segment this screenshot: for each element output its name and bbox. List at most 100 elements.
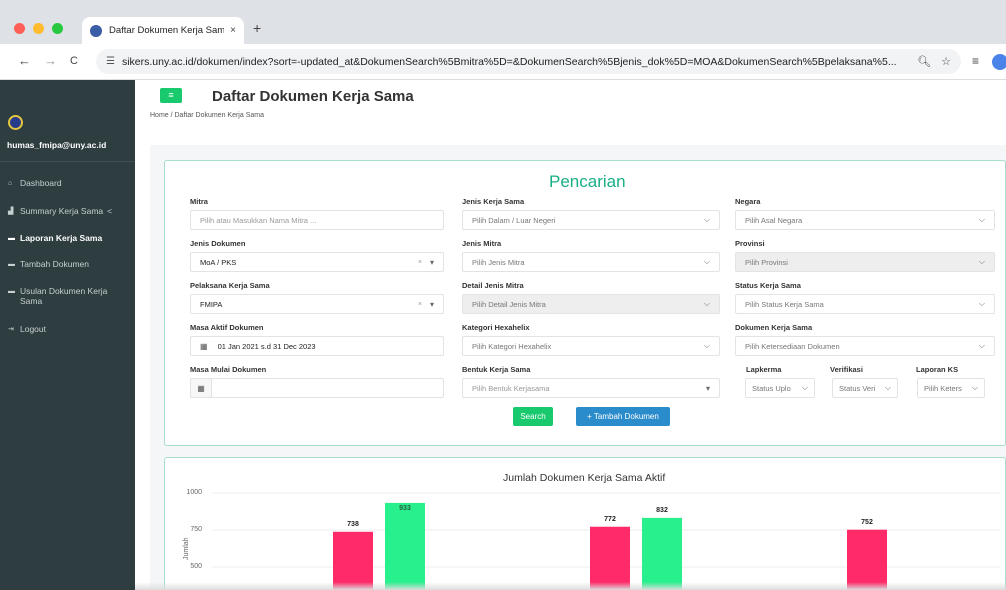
status-kerja-sama-value: Pilih Status Kerja Sama xyxy=(745,299,824,309)
chart-y-tick: 500 xyxy=(190,563,202,570)
menu-toggle-button[interactable]: ≡ xyxy=(160,88,182,103)
zoom-icon[interactable]: 🔍︎ xyxy=(917,55,931,68)
chevron-down-icon: ⌵ xyxy=(801,383,808,392)
pelaksana-select[interactable]: FMIPA × ▾ xyxy=(190,294,444,314)
bentuk-kerja-sama-label: Bentuk Kerja Sama xyxy=(462,365,531,374)
chevron-down-icon: ⌵ xyxy=(971,383,978,392)
jenis-mitra-label: Jenis Mitra xyxy=(462,239,502,248)
new-tab-button[interactable]: + xyxy=(253,20,261,36)
detail-jenis-mitra-value: Pilih Detail Jenis Mitra xyxy=(472,299,546,309)
jenis-dokumen-value: MoA / PKS xyxy=(200,257,237,267)
chart-title: Jumlah Dokumen Kerja Sama Aktif xyxy=(503,472,666,484)
tab-title: Daftar Dokumen Kerja Sama xyxy=(109,25,225,36)
lapkerma-select[interactable]: Status Uplo ⌵ xyxy=(745,378,815,398)
clear-icon[interactable]: × xyxy=(418,301,422,308)
dokumen-kerja-sama-value: Pilih Ketersediaan Dokumen xyxy=(745,341,840,351)
sidebar-item-label: Tambah Dokumen xyxy=(20,259,89,269)
pelaksana-value: FMIPA xyxy=(200,299,223,309)
verifikasi-select[interactable]: Status Veri ⌵ xyxy=(832,378,898,398)
bentuk-kerja-sama-value: Pilih Bentuk Kerjasama xyxy=(472,383,550,393)
mitra-label: Mitra xyxy=(190,197,208,206)
laporan-ks-label: Laporan KS xyxy=(916,365,959,374)
chevron-down-icon: ⌵ xyxy=(978,257,985,266)
kategori-hexahelix-select[interactable]: Pilih Kategori Hexahelix ⌵ xyxy=(462,336,720,356)
detail-jenis-mitra-label: Detail Jenis Mitra xyxy=(462,281,524,290)
masa-mulai-label: Masa Mulai Dokumen xyxy=(190,365,267,374)
window-zoom-icon[interactable] xyxy=(52,23,63,34)
jenis-mitra-select[interactable]: Pilih Jenis Mitra ⌵ xyxy=(462,252,720,272)
folder-icon: ▬ xyxy=(8,288,15,295)
sidebar-item-tambah[interactable]: ▬ Tambah Dokumen xyxy=(8,259,128,270)
jenis-kerja-sama-select[interactable]: Pilih Dalam / Luar Negeri ⌵ xyxy=(462,210,720,230)
detail-jenis-mitra-select[interactable]: Pilih Detail Jenis Mitra ⌵ xyxy=(462,294,720,314)
chevron-down-icon: ⌵ xyxy=(978,299,985,308)
back-button[interactable]: ← xyxy=(18,53,31,68)
chevron-down-icon: ⌵ xyxy=(703,299,710,308)
sidebar-item-laporan[interactable]: ▬ Laporan Kerja Sama xyxy=(8,233,128,244)
search-button[interactable]: Search xyxy=(513,407,553,426)
uny-logo-icon xyxy=(8,115,23,130)
url-field[interactable]: ☰ sikers.uny.ac.id/dokumen/index?sort=-u… xyxy=(96,49,961,74)
sidebar-item-dashboard[interactable]: ⌂ Dashboard xyxy=(8,178,128,189)
add-document-button[interactable]: + Tambah Dokumen xyxy=(576,407,670,426)
jenis-dokumen-select[interactable]: MoA / PKS × ▾ xyxy=(190,252,444,272)
scroll-fade xyxy=(135,582,1006,590)
calendar-icon: ▦ xyxy=(190,378,212,398)
mitra-input[interactable]: Pilih atau Masukkan Nama Mitra ... xyxy=(190,210,444,230)
lapkerma-value: Status Uplo xyxy=(752,383,791,393)
jenis-kerja-sama-label: Jenis Kerja Sama xyxy=(462,197,525,206)
verifikasi-value: Status Veri xyxy=(839,383,876,393)
bentuk-kerja-sama-select[interactable]: Pilih Bentuk Kerjasama ▾ xyxy=(462,378,720,398)
page-title: Daftar Dokumen Kerja Sama xyxy=(212,88,414,105)
mitra-placeholder: Pilih atau Masukkan Nama Mitra ... xyxy=(200,215,317,225)
jenis-dokumen-label: Jenis Dokumen xyxy=(190,239,246,248)
masa-mulai-input[interactable] xyxy=(211,378,444,398)
forward-button[interactable]: → xyxy=(44,53,57,68)
browser-tab[interactable]: Daftar Dokumen Kerja Sama × xyxy=(82,17,244,44)
site-info-icon[interactable]: ☰ xyxy=(106,56,115,67)
status-kerja-sama-select[interactable]: Pilih Status Kerja Sama ⌵ xyxy=(735,294,995,314)
chart-data-label: 832 xyxy=(656,506,668,514)
tab-close-icon[interactable]: × xyxy=(230,25,236,36)
folder-icon: ▬ xyxy=(8,235,15,242)
sidebar-item-logout[interactable]: ⇥ Logout xyxy=(8,324,128,335)
chevron-down-icon: ▾ xyxy=(429,257,434,267)
masa-aktif-label: Masa Aktif Dokumen xyxy=(190,323,264,332)
star-icon[interactable]: ☆ xyxy=(941,55,951,68)
chart-y-axis-label: Jumlah xyxy=(183,537,190,560)
negara-value: Pilih Asal Negara xyxy=(745,215,803,225)
clear-icon[interactable]: × xyxy=(418,259,422,266)
breadcrumb: Home / Daftar Dokumen Kerja Sama xyxy=(150,112,264,119)
folder-icon: ▬ xyxy=(8,261,15,268)
chart-data-label: 933 xyxy=(399,504,411,512)
sidebar-item-label: Usulan Dokumen Kerja Sama xyxy=(20,286,108,306)
logout-icon: ⇥ xyxy=(8,326,14,333)
masa-aktif-input[interactable]: ▦ 01 Jan 2021 s.d 31 Dec 2023 xyxy=(190,336,444,356)
negara-select[interactable]: Pilih Asal Negara ⌵ xyxy=(735,210,995,230)
status-kerja-sama-label: Status Kerja Sama xyxy=(735,281,801,290)
chart-y-tick: 750 xyxy=(190,526,202,533)
provinsi-value: Pilih Provinsi xyxy=(745,257,788,267)
sidebar-item-usulan[interactable]: ▬ Usulan Dokumen Kerja Sama xyxy=(8,286,128,306)
provinsi-select[interactable]: Pilih Provinsi ⌵ xyxy=(735,252,995,272)
chart-y-tick: 1000 xyxy=(186,489,202,496)
reload-button[interactable]: C xyxy=(70,55,78,67)
browser-tab-bar: Daftar Dokumen Kerja Sama × + xyxy=(0,0,1006,44)
home-icon: ⌂ xyxy=(8,180,13,187)
profile-avatar[interactable] xyxy=(992,54,1006,70)
chevron-down-icon: ⌵ xyxy=(703,215,710,224)
dokumen-kerja-sama-select[interactable]: Pilih Ketersediaan Dokumen ⌵ xyxy=(735,336,995,356)
sidebar: humas_fmipa@uny.ac.id xyxy=(0,80,135,590)
sidebar-item-summary[interactable]: ▟ Summary Kerja Sama < xyxy=(8,206,128,217)
window-minimize-icon[interactable] xyxy=(33,23,44,34)
provinsi-label: Provinsi xyxy=(735,239,765,248)
url-text: sikers.uny.ac.id/dokumen/index?sort=-upd… xyxy=(121,55,897,68)
reading-list-icon[interactable]: ≡ xyxy=(972,54,979,68)
window-close-icon[interactable] xyxy=(14,23,25,34)
search-title: Pencarian xyxy=(549,172,626,191)
chart-icon: ▟ xyxy=(8,208,14,215)
laporan-ks-select[interactable]: Pilih Keters ⌵ xyxy=(917,378,985,398)
chevron-down-icon: ⌵ xyxy=(978,215,985,224)
chevron-down-icon: ▾ xyxy=(429,299,434,309)
chevron-left-icon: < xyxy=(107,206,113,216)
